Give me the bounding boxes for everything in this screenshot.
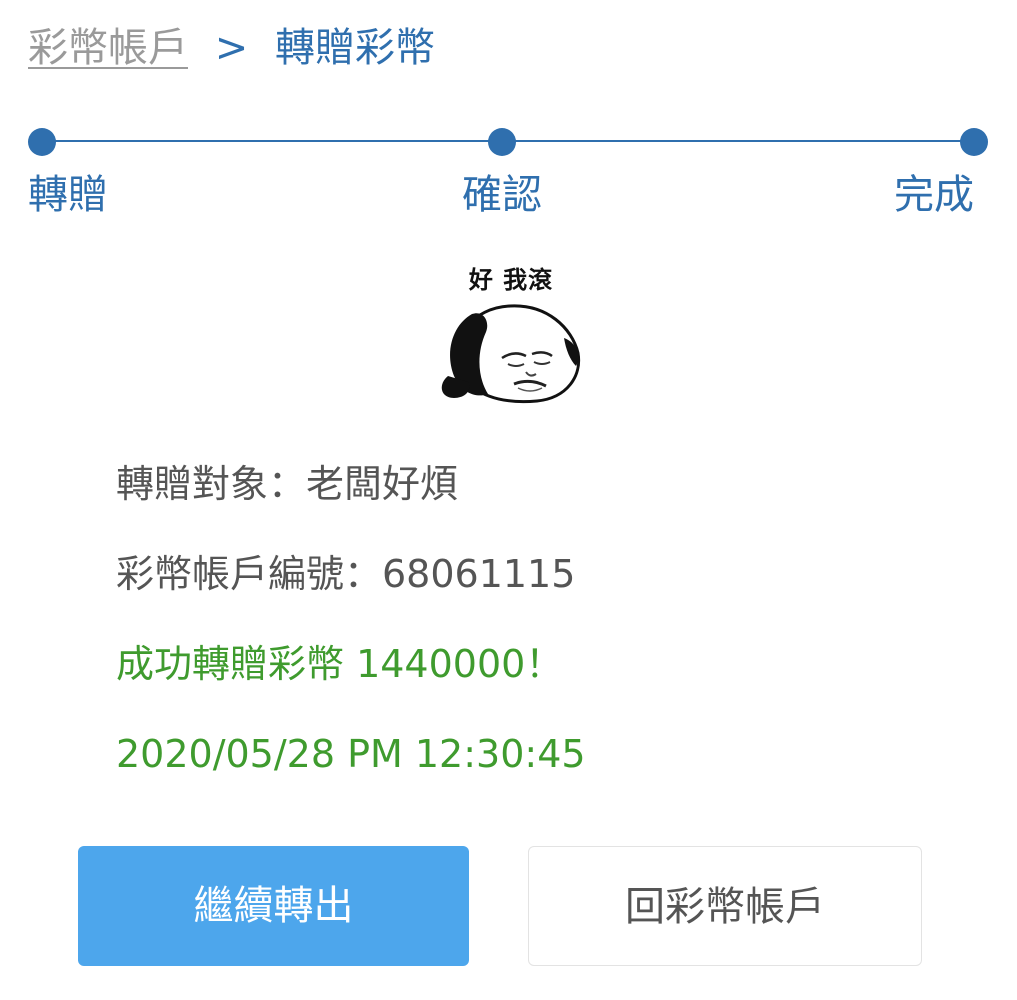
step-dot-complete — [960, 128, 988, 156]
coin-account-number: 彩幣帳戶編號：68061115 — [116, 552, 576, 596]
panda-meme-image — [441, 304, 581, 404]
meme-caption: 好 我滾 — [468, 265, 554, 294]
progress-stepper: 轉贈 確認 完成 — [0, 120, 1017, 230]
step-dot-transfer — [28, 128, 56, 156]
transfer-success-message: 成功轉贈彩幣 1440000！ — [116, 642, 564, 686]
step-label-complete: 完成 — [894, 172, 974, 218]
continue-transfer-button[interactable]: 繼續轉出 — [78, 846, 469, 966]
step-connector-2 — [502, 140, 974, 142]
step-label-confirm: 確認 — [462, 172, 542, 218]
breadcrumb-current-page: 轉贈彩幣 — [274, 25, 435, 71]
breadcrumb: 彩幣帳戶 > 轉贈彩幣 — [28, 20, 435, 76]
breadcrumb-link-coin-account[interactable]: 彩幣帳戶 — [28, 25, 188, 71]
transfer-timestamp: 2020/05/28 PM 12:30:45 — [116, 732, 586, 776]
meme-sticker: 好 我滾 — [432, 252, 590, 412]
step-label-transfer: 轉贈 — [28, 172, 108, 218]
step-connector-1 — [42, 140, 502, 142]
back-to-coin-account-button[interactable]: 回彩幣帳戶 — [528, 846, 922, 966]
step-dot-confirm — [488, 128, 516, 156]
breadcrumb-separator: > — [214, 25, 249, 71]
transfer-recipient: 轉贈對象：老闆好煩 — [116, 462, 459, 506]
